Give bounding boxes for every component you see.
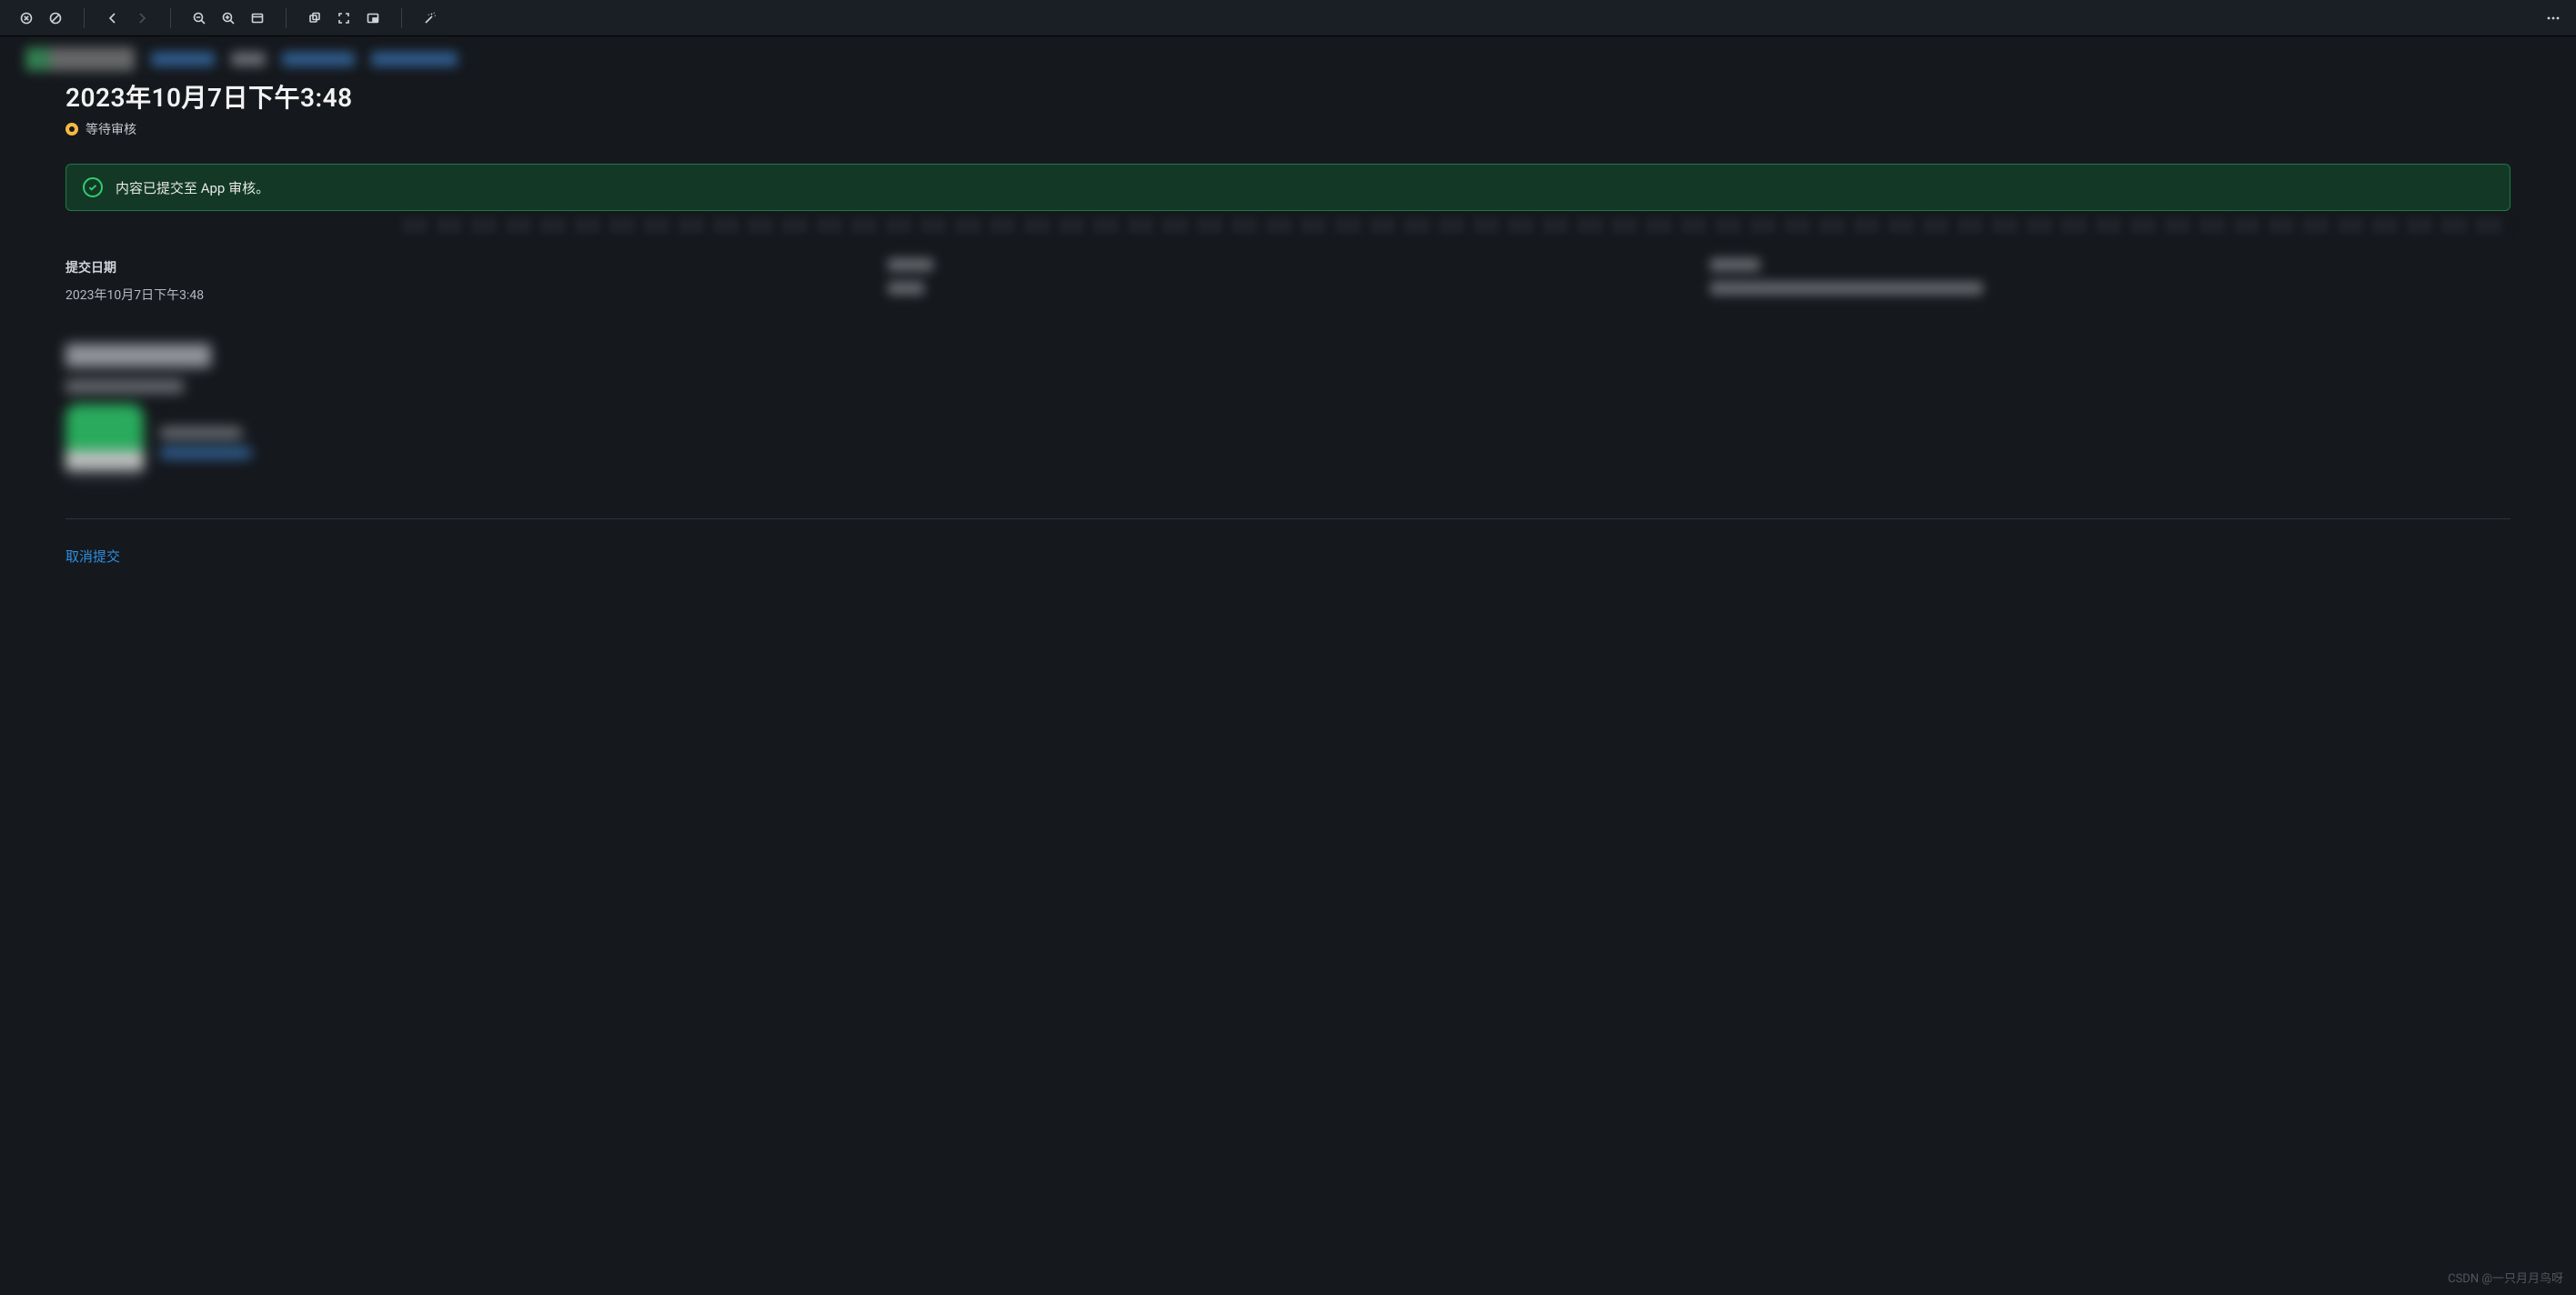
cancel-submit-link[interactable]: 取消提交 (65, 548, 120, 565)
toolbar-group-window (296, 5, 392, 31)
breadcrumb-item-redacted (371, 52, 458, 66)
alert-message: 内容已提交至 App 审核。 (116, 178, 269, 197)
page-body: 2023年10月7日下午3:48 等待审核 内容已提交至 App 审核。 提交日… (0, 36, 2576, 1295)
close-icon[interactable] (13, 5, 40, 31)
fit-width-icon[interactable] (244, 5, 271, 31)
success-alert: 内容已提交至 App 审核。 (65, 164, 2511, 211)
more-icon[interactable] (2538, 5, 2569, 31)
status-badge: 等待审核 (86, 120, 136, 138)
submission-item-redacted (65, 404, 2511, 482)
detail-col-redacted (1710, 258, 2511, 304)
section-heading-redacted (65, 344, 2511, 393)
content-area: 2023年10月7日下午3:48 等待审核 内容已提交至 App 审核。 提交日… (0, 75, 2576, 602)
status-row: 等待审核 (65, 120, 2511, 138)
details-grid: 提交日期 2023年10月7日下午3:48 (65, 258, 2511, 304)
breadcrumb-item-redacted (151, 52, 215, 66)
toolbar-separator (286, 8, 287, 28)
app-logo-redacted (25, 47, 135, 71)
breadcrumb-item-redacted (282, 52, 355, 66)
fullscreen-icon[interactable] (330, 5, 357, 31)
page-title: 2023年10月7日下午3:48 (65, 78, 2511, 115)
detail-col-redacted (888, 258, 1688, 304)
check-circle-icon (83, 177, 103, 197)
clock-icon (65, 123, 78, 136)
magic-wand-icon[interactable] (417, 5, 444, 31)
toolbar-separator (170, 8, 171, 28)
toolbar-separator (401, 8, 402, 28)
toolbar-group-close (7, 5, 75, 31)
breadcrumb (0, 36, 2576, 75)
window-toolbar (0, 0, 2576, 36)
breadcrumb-item-redacted (231, 52, 266, 66)
picture-in-picture-icon[interactable] (359, 5, 387, 31)
detail-label: 提交日期 (65, 258, 866, 276)
back-icon[interactable] (99, 5, 126, 31)
copy-icon[interactable] (301, 5, 328, 31)
zoom-in-icon[interactable] (215, 5, 242, 31)
toolbar-group-zoom (180, 5, 277, 31)
zoom-out-icon[interactable] (186, 5, 213, 31)
toolbar-separator (84, 8, 85, 28)
toolbar-group-tools (411, 5, 449, 31)
toolbar-group-nav (94, 5, 161, 31)
detail-value: 2023年10月7日下午3:48 (65, 286, 866, 304)
forward-icon (128, 5, 156, 31)
block-icon[interactable] (42, 5, 69, 31)
redacted-strip (402, 218, 2511, 233)
divider (65, 518, 2511, 519)
detail-col-submit-date: 提交日期 2023年10月7日下午3:48 (65, 258, 866, 304)
app-thumbnail-redacted (65, 404, 144, 482)
